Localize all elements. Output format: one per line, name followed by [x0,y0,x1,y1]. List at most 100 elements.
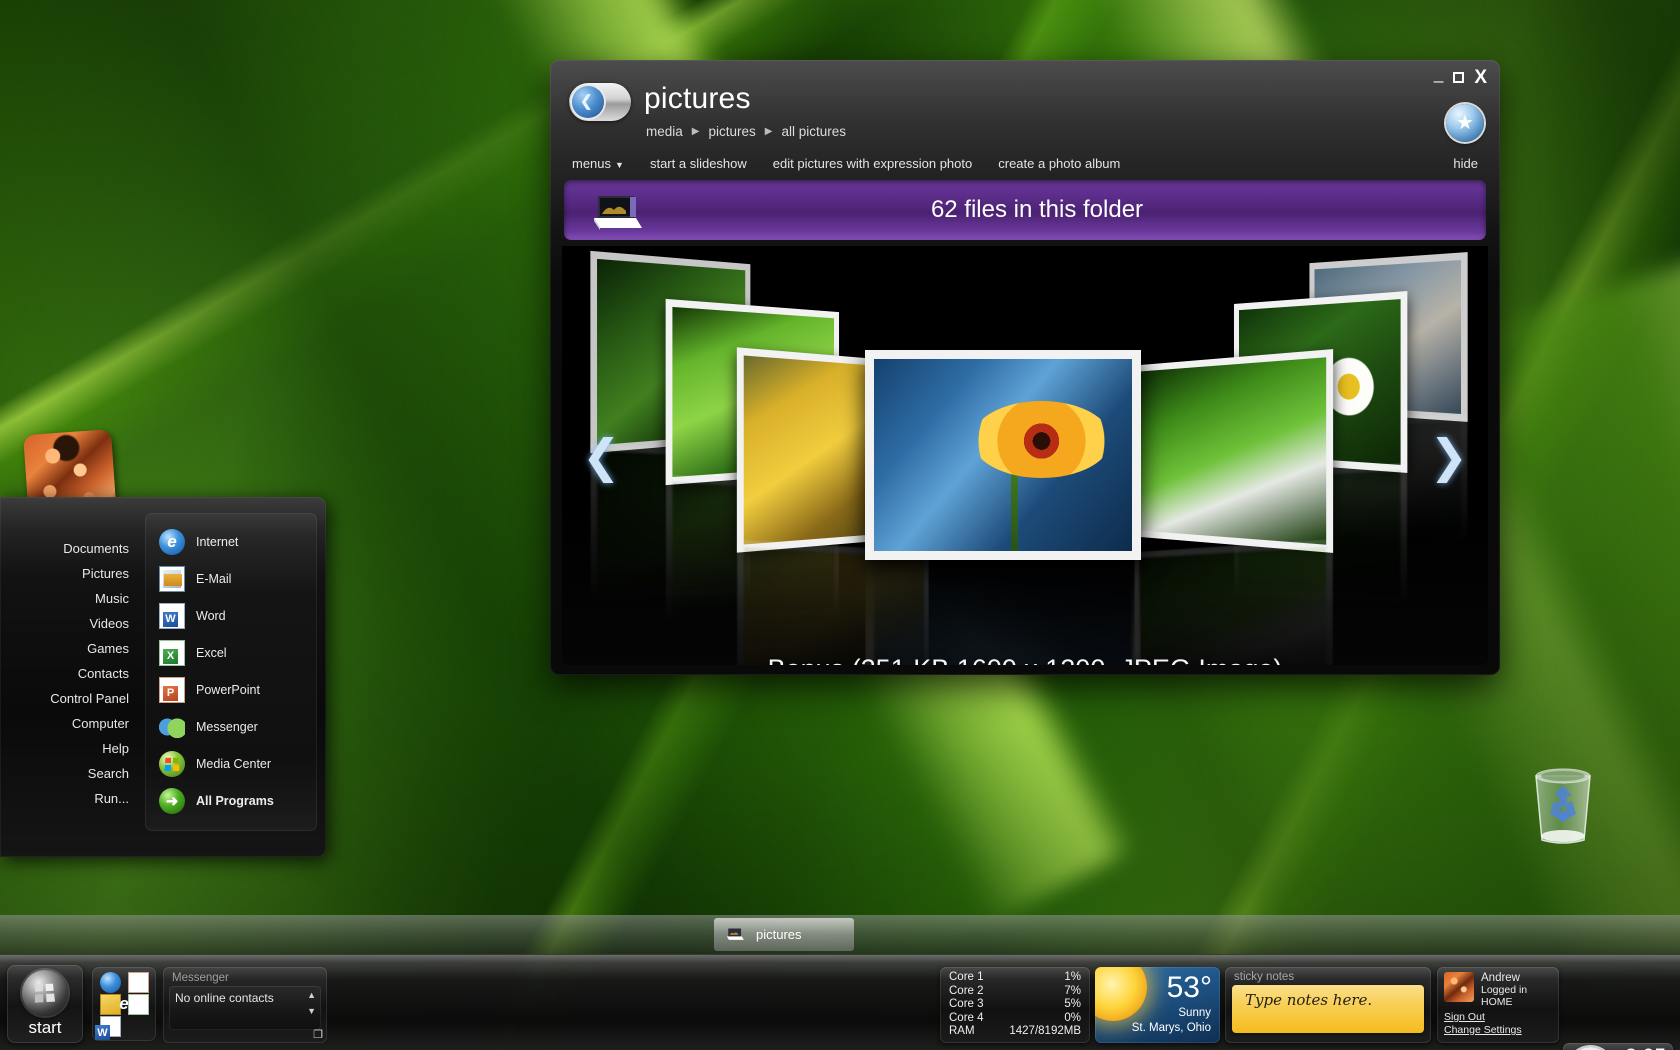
sidebar-item-videos[interactable]: Videos [89,616,129,631]
edit-pictures-button[interactable]: edit pictures with expression photo [773,156,972,171]
messenger-widget: Messenger No online contacts ▲ ▼ ❐ [163,967,327,1043]
messenger-icon [159,713,185,740]
user-account-text: Andrew Logged in HOME [1481,972,1527,1008]
recycle-bin-icon[interactable] [1524,760,1602,846]
restore-window-icon[interactable]: ❐ [313,1028,323,1041]
sidebar-item-run[interactable]: Run... [94,791,129,806]
back-button[interactable]: ❮ [569,83,631,121]
breadcrumb-item-all-pictures[interactable]: all pictures [781,124,846,139]
taskbar: pictures start Messenger No online conta… [0,915,1680,1050]
excel-icon [159,639,185,666]
sticky-notes-input[interactable]: Type notes here. [1232,985,1424,1033]
sign-out-link[interactable]: Sign Out [1444,1011,1485,1023]
star-icon[interactable]: ★ [1446,104,1484,142]
user-domain: HOME [1481,996,1513,1008]
sidebar-item-search[interactable]: Search [88,766,129,781]
scroll-down-icon[interactable]: ▼ [307,1006,316,1016]
breadcrumb-item-media[interactable]: media [646,124,683,139]
breadcrumb-item-pictures[interactable]: pictures [708,124,755,139]
weather-temperature: 53° [1166,971,1212,1004]
cpu-core-value: 7% [1064,984,1081,997]
start-button[interactable]: start [7,965,83,1043]
ram-label: RAM [949,1025,975,1038]
breadcrumb: media ▶ pictures ▶ all pictures [646,124,846,139]
menu-item-media-center[interactable]: Media Center [145,745,317,782]
dewy-grass-photo-reflection [1134,538,1334,665]
menu-item-label: Internet [196,534,239,549]
pictures-explorer-window: _ X ❮ pictures media ▶ pictures ▶ all pi… [550,60,1500,675]
start-menu: Documents Pictures Music Videos Games Co… [0,497,326,857]
menu-item-email[interactable]: E-Mail [145,560,317,597]
photo-box-icon [586,188,648,232]
menu-item-messenger[interactable]: Messenger [145,708,317,745]
photo-caption: Bonus (251 KB 1600 x 1200, JPEG Image) [562,654,1488,665]
messenger-contacts-box[interactable]: No online contacts ▲ ▼ [169,986,321,1030]
cpu-core-value: 5% [1064,998,1081,1011]
create-photo-album-button[interactable]: create a photo album [998,156,1120,171]
page-title: pictures [644,82,751,115]
chevron-down-icon: ▼ [615,160,624,170]
menus-button[interactable]: menus ▼ [572,156,624,171]
sidebar-item-control-panel[interactable]: Control Panel [50,691,129,706]
close-button[interactable]: X [1474,68,1487,87]
clock-gadget[interactable]: 8:05 PM Thursday, March 13 [1563,1043,1673,1050]
cpu-row: Core 4 0% [949,1012,1081,1026]
photo-box-icon [724,925,746,945]
menu-item-label: All Programs [196,793,274,808]
task-button-label: pictures [756,927,802,942]
sidebar-item-pictures[interactable]: Pictures [82,566,129,581]
menu-item-word[interactable]: Word [145,597,317,634]
all-programs-arrow-icon [159,787,185,814]
internet-explorer-icon[interactable] [99,971,121,993]
sidebar-item-contacts[interactable]: Contacts [78,666,129,681]
sidebar-item-help[interactable]: Help [102,741,129,756]
minimize-button[interactable]: _ [1434,65,1443,82]
messenger-status-label: No online contacts [175,991,274,1005]
menu-item-label: Media Center [196,756,272,771]
menu-item-label: Excel [196,645,227,660]
weather-gadget[interactable]: 53° Sunny St. Marys, Ohio [1095,967,1220,1043]
menus-label: menus [572,156,612,171]
dewy-grass-photo[interactable] [1134,349,1334,553]
menu-item-internet[interactable]: Internet [145,523,317,560]
menu-item-label: Messenger [196,719,258,734]
sidebar-item-games[interactable]: Games [87,641,129,656]
sidebar-item-computer[interactable]: Computer [72,716,129,731]
gerbera-bloom-shape [972,401,1112,479]
start-slideshow-button[interactable]: start a slideshow [650,156,747,171]
scroll-up-icon[interactable]: ▲ [307,990,316,1000]
hide-button[interactable]: hide [1453,156,1478,171]
word-icon [159,602,185,629]
sidebar-item-music[interactable]: Music [95,591,129,606]
user-name: Andrew [1481,972,1520,984]
powerpoint-icon [159,676,185,703]
chevron-right-icon: ▶ [764,126,773,137]
task-button-pictures[interactable]: pictures [714,918,854,951]
coverflow-viewer[interactable]: ❮ ❯ Bonus (251 KB 1600 x 1200, JPEG Imag… [562,246,1488,665]
cpu-core-label: Core 2 [949,984,984,997]
sidebar-item-documents[interactable]: Documents [63,541,129,556]
sticky-notes-title: sticky notes [1234,971,1295,983]
orange-gerbera-photo[interactable] [865,350,1141,560]
orange-gerbera-photo-reflection [865,562,1141,665]
windows-orb-icon [22,970,68,1016]
menu-item-powerpoint[interactable]: PowerPoint [145,671,317,708]
clock-time: 8:05 [1625,1045,1666,1050]
sun-icon [1095,967,1147,1021]
next-photo-arrow[interactable]: ❯ [1429,433,1468,479]
maximize-button[interactable] [1453,72,1465,83]
cpu-row: Core 3 5% [949,998,1081,1012]
menu-item-all-programs[interactable]: All Programs [145,782,317,819]
change-settings-link[interactable]: Change Settings [1444,1024,1522,1036]
menu-item-excel[interactable]: Excel [145,634,317,671]
cpu-core-value: 1% [1064,971,1081,983]
window-controls: _ X [1434,65,1487,87]
previous-photo-arrow[interactable]: ❮ [582,433,621,479]
internet-explorer-icon [159,528,185,555]
avatar[interactable] [1444,972,1474,1002]
user-account-header: Andrew Logged in HOME [1444,972,1552,1008]
back-arrow-icon: ❮ [580,93,593,110]
cpu-core-label: Core 1 [949,971,984,983]
task-button-strip: pictures [0,915,1680,955]
cpu-core-label: Core 4 [949,1011,984,1024]
